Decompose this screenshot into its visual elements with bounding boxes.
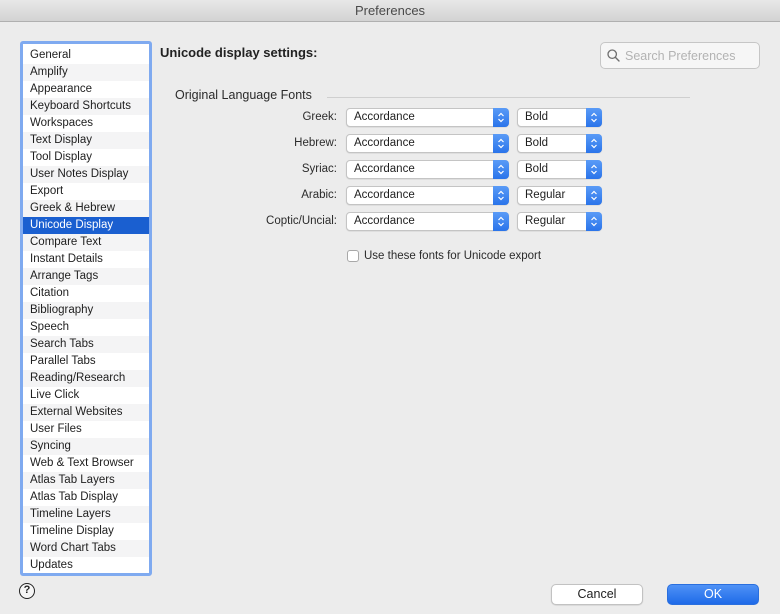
sidebar-item-compare-text[interactable]: Compare Text (23, 234, 149, 251)
sidebar-item-web-text-browser[interactable]: Web & Text Browser (23, 455, 149, 472)
popup-value: Regular (525, 189, 566, 201)
preferences-sidebar[interactable]: General Amplify Appearance Keyboard Shor… (20, 41, 152, 576)
sidebar-item-atlas-tab-layers[interactable]: Atlas Tab Layers (23, 472, 149, 489)
unicode-export-label[interactable]: Use these fonts for Unicode export (364, 250, 541, 262)
syriac-style-popup[interactable]: Bold (517, 160, 602, 179)
sidebar-item-greek-hebrew[interactable]: Greek & Hebrew (23, 200, 149, 217)
search-input[interactable] (625, 48, 753, 63)
sidebar-item-reading-research[interactable]: Reading/Research (23, 370, 149, 387)
sidebar-item-search-tabs[interactable]: Search Tabs (23, 336, 149, 353)
sidebar-item-citation[interactable]: Citation (23, 285, 149, 302)
font-row-label: Coptic/Uncial: (266, 215, 337, 227)
font-row-greek: Greek: Accordance Bold (160, 108, 610, 128)
sidebar-item-keyboard-shortcuts[interactable]: Keyboard Shortcuts (23, 98, 149, 115)
font-row-syriac: Syriac: Accordance Bold (160, 160, 610, 180)
sidebar-item-atlas-tab-display[interactable]: Atlas Tab Display (23, 489, 149, 506)
sidebar-item-unicode-display[interactable]: Unicode Display (23, 217, 149, 234)
sidebar-item-instant-details[interactable]: Instant Details (23, 251, 149, 268)
cancel-button[interactable]: Cancel (551, 584, 643, 605)
chevron-up-down-icon (493, 186, 509, 205)
popup-value: Accordance (354, 215, 415, 227)
hebrew-font-popup[interactable]: Accordance (346, 134, 509, 153)
sidebar-item-amplify[interactable]: Amplify (23, 64, 149, 81)
sidebar-item-live-click[interactable]: Live Click (23, 387, 149, 404)
window-titlebar: Preferences (0, 0, 780, 22)
sidebar-item-user-notes-display[interactable]: User Notes Display (23, 166, 149, 183)
chevron-up-down-icon (493, 160, 509, 179)
sidebar-item-word-chart-tabs[interactable]: Word Chart Tabs (23, 540, 149, 557)
coptic-uncial-style-popup[interactable]: Regular (517, 212, 602, 231)
chevron-up-down-icon (586, 212, 602, 231)
popup-value: Accordance (354, 163, 415, 175)
greek-style-popup[interactable]: Bold (517, 108, 602, 127)
ok-button[interactable]: OK (667, 584, 759, 605)
sidebar-item-workspaces[interactable]: Workspaces (23, 115, 149, 132)
popup-value: Accordance (354, 137, 415, 149)
font-row-label: Greek: (302, 111, 337, 123)
search-field[interactable] (600, 42, 760, 69)
popup-value: Bold (525, 163, 549, 175)
sidebar-item-text-display[interactable]: Text Display (23, 132, 149, 149)
page-title: Unicode display settings: (160, 45, 318, 60)
sidebar-list: General Amplify Appearance Keyboard Shor… (23, 44, 149, 573)
group-divider (327, 97, 690, 98)
sidebar-item-timeline-display[interactable]: Timeline Display (23, 523, 149, 540)
help-icon: ? (23, 584, 31, 596)
popup-value: Bold (525, 137, 549, 149)
popup-value: Accordance (354, 111, 415, 123)
window-title: Preferences (354, 3, 426, 18)
unicode-export-option[interactable]: Use these fonts for Unicode export (347, 250, 541, 262)
sidebar-item-updates[interactable]: Updates (23, 557, 149, 573)
sidebar-item-general[interactable]: General (23, 47, 149, 64)
sidebar-item-tool-display[interactable]: Tool Display (23, 149, 149, 166)
search-icon (607, 49, 620, 62)
syriac-font-popup[interactable]: Accordance (346, 160, 509, 179)
font-row-coptic-uncial: Coptic/Uncial: Accordance Regular (160, 212, 610, 232)
font-row-label: Syriac: (301, 163, 337, 175)
hebrew-style-popup[interactable]: Bold (517, 134, 602, 153)
popup-value: Regular (525, 215, 566, 227)
chevron-up-down-icon (586, 134, 602, 153)
unicode-export-checkbox[interactable] (347, 250, 359, 262)
help-button[interactable]: ? (19, 583, 35, 599)
font-row-label: Hebrew: (294, 137, 337, 149)
chevron-up-down-icon (493, 212, 509, 231)
popup-value: Accordance (354, 189, 415, 201)
arabic-style-popup[interactable]: Regular (517, 186, 602, 205)
group-title-original-language-fonts: Original Language Fonts (175, 88, 312, 102)
sidebar-item-external-websites[interactable]: External Websites (23, 404, 149, 421)
font-row-arabic: Arabic: Accordance Regular (160, 186, 610, 206)
sidebar-item-export[interactable]: Export (23, 183, 149, 200)
chevron-up-down-icon (586, 186, 602, 205)
chevron-up-down-icon (493, 108, 509, 127)
chevron-up-down-icon (493, 134, 509, 153)
sidebar-item-parallel-tabs[interactable]: Parallel Tabs (23, 353, 149, 370)
sidebar-item-bibliography[interactable]: Bibliography (23, 302, 149, 319)
sidebar-item-syncing[interactable]: Syncing (23, 438, 149, 455)
popup-value: Bold (525, 111, 549, 123)
sidebar-item-arrange-tags[interactable]: Arrange Tags (23, 268, 149, 285)
sidebar-item-appearance[interactable]: Appearance (23, 81, 149, 98)
font-row-hebrew: Hebrew: Accordance Bold (160, 134, 610, 154)
chevron-up-down-icon (586, 108, 602, 127)
coptic-uncial-font-popup[interactable]: Accordance (346, 212, 509, 231)
sidebar-item-timeline-layers[interactable]: Timeline Layers (23, 506, 149, 523)
arabic-font-popup[interactable]: Accordance (346, 186, 509, 205)
sidebar-item-user-files[interactable]: User Files (23, 421, 149, 438)
greek-font-popup[interactable]: Accordance (346, 108, 509, 127)
font-row-label: Arabic: (301, 189, 337, 201)
chevron-up-down-icon (586, 160, 602, 179)
sidebar-item-speech[interactable]: Speech (23, 319, 149, 336)
